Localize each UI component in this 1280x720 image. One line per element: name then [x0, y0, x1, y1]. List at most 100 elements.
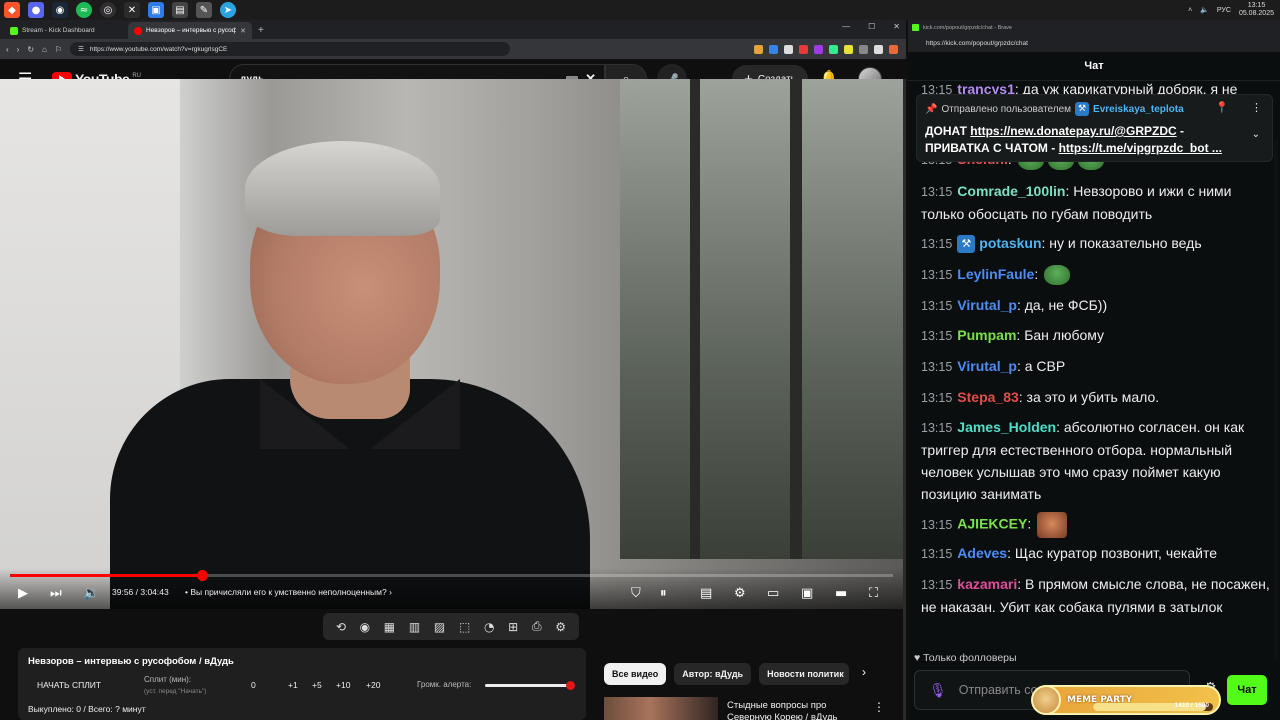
- microphone-icon[interactable]: 🎙: [929, 682, 947, 699]
- minimize-button[interactable]: —: [842, 22, 850, 31]
- message-username[interactable]: James_Holden: [957, 419, 1056, 435]
- bookmark-icon[interactable]: ⚐: [55, 45, 62, 54]
- discord-icon[interactable]: ●: [28, 2, 44, 18]
- obs-icon[interactable]: ◎: [100, 2, 116, 18]
- close-window-button[interactable]: ✕: [893, 22, 900, 31]
- send-chat-button[interactable]: Чат: [1227, 675, 1267, 705]
- extension-icon[interactable]: [829, 44, 838, 54]
- page-scrollbar[interactable]: [903, 79, 906, 720]
- audio-icon[interactable]: ◉: [360, 620, 370, 634]
- camera-icon[interactable]: ⎙: [532, 619, 542, 634]
- message-username[interactable]: Virutal_p: [957, 297, 1017, 313]
- kick-app-icon[interactable]: ✕: [124, 2, 140, 18]
- extension-icon[interactable]: [844, 44, 853, 54]
- message-username[interactable]: kazamari: [957, 576, 1017, 592]
- split-add-5-button[interactable]: +5: [312, 680, 322, 690]
- telegram-bot-link[interactable]: https://t.me/vipgrpzdc_bot ...: [1059, 141, 1222, 155]
- pinned-more-icon[interactable]: ⋮: [1251, 101, 1262, 114]
- message-username[interactable]: Virutal_p: [957, 358, 1017, 374]
- frame-icon[interactable]: ⬚: [459, 620, 470, 634]
- tab-kick-dashboard[interactable]: Stream - Kick Dashboard: [4, 22, 128, 39]
- chat-scrollbar[interactable]: [1274, 140, 1278, 660]
- chapter-title[interactable]: • Вы причисляли его к умственно неполноц…: [185, 587, 392, 597]
- recommendation-thumbnail[interactable]: [604, 697, 718, 720]
- chip-politics-news[interactable]: Новости политик: [759, 663, 850, 685]
- clip-icon[interactable]: ▥: [409, 620, 420, 634]
- telegram-icon[interactable]: ➤: [220, 2, 236, 18]
- steam-icon[interactable]: ◉: [52, 2, 68, 18]
- extension-icon[interactable]: [889, 44, 898, 54]
- image-icon[interactable]: ▨: [434, 620, 445, 634]
- chip-author[interactable]: Автор: вДудь: [674, 663, 752, 685]
- extension-icon[interactable]: [874, 44, 883, 54]
- new-tab-button[interactable]: +: [258, 25, 264, 36]
- home-icon[interactable]: ⌂: [42, 45, 47, 54]
- screenshot-list-icon[interactable]: ▦: [384, 620, 395, 634]
- chat-address-bar[interactable]: https://kick.com/popout/grpzdc/chat: [908, 35, 1280, 52]
- chip-all-videos[interactable]: Все видео: [604, 663, 667, 685]
- loop-icon[interactable]: ⟲: [336, 620, 346, 634]
- progress-bar[interactable]: [10, 570, 893, 581]
- autoplay-toggle[interactable]: ⏸: [660, 582, 667, 604]
- chevron-down-icon[interactable]: ⌄: [1252, 129, 1260, 140]
- edit-app-icon[interactable]: ✎: [196, 2, 212, 18]
- tray-arrow-icon[interactable]: ˄: [1188, 7, 1192, 14]
- forward-icon[interactable]: ›: [17, 45, 20, 54]
- pip-button[interactable]: ▣: [801, 582, 813, 604]
- extension-icon[interactable]: [814, 44, 823, 54]
- start-split-button[interactable]: НАЧАТЬ СПЛИТ: [37, 680, 101, 690]
- play-button[interactable]: ▶: [18, 582, 28, 604]
- slider-handle[interactable]: [566, 681, 575, 690]
- chat-message-list[interactable]: 13:15 trancys1: да уж карикатурный добряк…: [908, 80, 1280, 660]
- message-username[interactable]: potaskun: [979, 235, 1041, 251]
- chips-next-icon[interactable]: ›: [862, 665, 866, 679]
- url-field[interactable]: ☰ https://www.youtube.com/watch?v=rgkugr…: [70, 42, 511, 56]
- split-add-1-button[interactable]: +1: [288, 680, 298, 690]
- adblock-shield-icon[interactable]: ⛉: [631, 582, 641, 604]
- theater-mode-button[interactable]: ▬: [835, 582, 847, 604]
- split-add-10-button[interactable]: +10: [336, 680, 350, 690]
- message-username[interactable]: Pumpam: [957, 327, 1016, 343]
- message-username[interactable]: Adeves: [957, 545, 1007, 561]
- extension-icon[interactable]: [754, 44, 763, 54]
- volume-button[interactable]: 🔉: [83, 582, 99, 604]
- settings-gear-icon[interactable]: ⚙: [734, 582, 746, 604]
- tab-close-icon[interactable]: ✕: [240, 27, 246, 35]
- maximize-button[interactable]: ☐: [868, 22, 875, 31]
- unpin-icon[interactable]: 📍: [1215, 101, 1229, 114]
- progress-scrubber[interactable]: [196, 570, 208, 581]
- extension-icon[interactable]: [769, 44, 778, 54]
- volume-icon[interactable]: 🔈: [1200, 6, 1209, 14]
- video-player[interactable]: [0, 79, 903, 609]
- message-username[interactable]: AJIEKCEY: [957, 516, 1027, 532]
- extension-icon[interactable]: [784, 44, 793, 54]
- add-icon[interactable]: ⊞: [508, 620, 518, 634]
- terminal-icon[interactable]: ▤: [172, 2, 188, 18]
- next-button[interactable]: ⏭: [50, 582, 62, 604]
- reload-icon[interactable]: ↻: [27, 45, 34, 54]
- site-info-icon[interactable]: ☰: [78, 45, 84, 53]
- spotify-icon[interactable]: ≈: [76, 2, 92, 18]
- message-username[interactable]: LeylinFaule: [957, 266, 1034, 282]
- language-indicator[interactable]: РУС: [1217, 7, 1231, 14]
- brave-icon[interactable]: ◆: [4, 2, 20, 18]
- extension-icon[interactable]: [859, 44, 868, 54]
- clock[interactable]: 13:15 05.08.2025: [1239, 2, 1274, 18]
- message-username[interactable]: Comrade_100lin: [957, 183, 1065, 199]
- subtitles-button[interactable]: ▤: [700, 582, 712, 604]
- pinned-by-user[interactable]: Evreiskaya_teplota: [1093, 104, 1184, 115]
- miniplayer-button[interactable]: ▭: [767, 582, 779, 604]
- split-add-20-button[interactable]: +20: [366, 680, 380, 690]
- fullscreen-button[interactable]: ⛶: [869, 582, 878, 604]
- alert-volume-slider[interactable]: [485, 681, 575, 690]
- donate-link[interactable]: https://new.donatepay.ru/@GRPZDC: [970, 124, 1176, 138]
- extension-settings-icon[interactable]: ⚙: [555, 620, 566, 634]
- back-icon[interactable]: ‹: [6, 45, 9, 54]
- more-options-icon[interactable]: ⋮: [873, 700, 885, 714]
- app-blue-icon[interactable]: ▣: [148, 2, 164, 18]
- message-username[interactable]: Stepa_83: [957, 389, 1018, 405]
- recommendation-title[interactable]: Стыдные вопросы про Северную Корею / вДу…: [727, 700, 857, 720]
- speed-icon[interactable]: ◔: [484, 620, 494, 634]
- tab-youtube-video[interactable]: Невзоров – интервью с русофо... ✕: [128, 22, 252, 39]
- extension-icon[interactable]: [799, 44, 808, 54]
